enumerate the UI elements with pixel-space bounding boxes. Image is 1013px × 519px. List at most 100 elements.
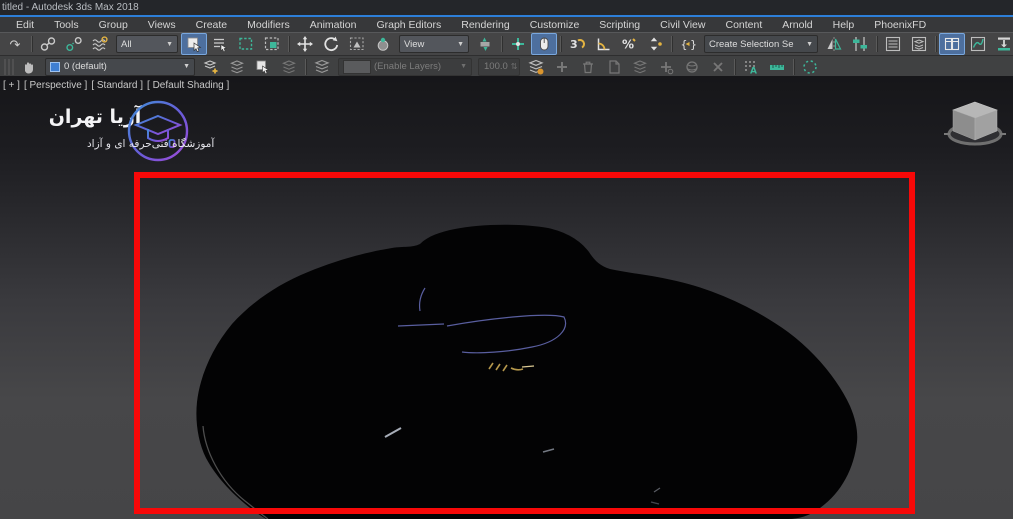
- create-new-layer-icon[interactable]: [198, 56, 224, 78]
- keyboard-shortcut-override-button[interactable]: [531, 33, 557, 55]
- chevron-down-icon: ▼: [183, 63, 190, 70]
- select-and-link-icon[interactable]: [35, 33, 61, 55]
- select-and-move-icon[interactable]: [292, 33, 318, 55]
- menu-help[interactable]: Help: [823, 19, 865, 31]
- watermark-subtitle: آموزشگاه فنی‌حرفه ای و آزاد: [87, 138, 215, 150]
- collapse-layer-icon[interactable]: [679, 56, 705, 78]
- add-selection-to-layer-icon[interactable]: [224, 56, 250, 78]
- menu-civil-view[interactable]: Civil View: [650, 19, 715, 31]
- delete-anim-layer-icon[interactable]: [575, 56, 601, 78]
- curve-editor-icon[interactable]: [965, 33, 991, 55]
- disable-anim-layer-icon[interactable]: [705, 56, 731, 78]
- autogrid-icon[interactable]: A: [738, 56, 764, 78]
- select-and-scale-icon[interactable]: [344, 33, 370, 55]
- angle-snap-toggle-icon[interactable]: [590, 33, 616, 55]
- toolbar-separator: [935, 36, 936, 52]
- svg-text:%: %: [622, 38, 634, 52]
- viewport-label: [ + ] [ Perspective ] [ Standard ] [ Def…: [3, 80, 229, 91]
- viewport-shading-menu[interactable]: [ Default Shading ]: [147, 80, 229, 91]
- layer-explorer-icon[interactable]: [906, 33, 932, 55]
- viewport-general-menu[interactable]: [ + ]: [3, 80, 20, 91]
- toggle-ribbon-button[interactable]: [939, 33, 965, 55]
- use-pivot-point-center-icon[interactable]: [472, 33, 498, 55]
- window-titlebar[interactable]: titled - Autodesk 3ds Max 2018: [0, 0, 1013, 15]
- anim-layer-weight-spinner[interactable]: 100.0 ⇅: [478, 57, 521, 76]
- track-view-icon[interactable]: [991, 33, 1013, 55]
- named-selection-set-dropdown[interactable]: Create Selection Se ▼: [704, 35, 818, 53]
- select-and-place-icon[interactable]: [370, 33, 396, 55]
- menu-create[interactable]: Create: [186, 19, 238, 31]
- redo-icon[interactable]: ↷: [2, 33, 28, 55]
- chevron-down-icon: ▼: [806, 40, 813, 48]
- select-by-name-icon[interactable]: [207, 33, 233, 55]
- anim-layer-indicator: [343, 59, 371, 74]
- current-layer-dropdown[interactable]: 0 (default) ▼: [45, 57, 195, 76]
- spinner-snap-toggle-icon[interactable]: [642, 33, 668, 55]
- menu-group[interactable]: Group: [89, 19, 138, 31]
- copy-layer-icon[interactable]: [601, 56, 627, 78]
- menu-edit[interactable]: Edit: [6, 19, 44, 31]
- viewport-renderer-menu[interactable]: [ Standard ]: [91, 80, 143, 91]
- menu-content[interactable]: Content: [715, 19, 772, 31]
- window-title: titled - Autodesk 3ds Max 2018: [2, 2, 139, 13]
- menu-rendering[interactable]: Rendering: [451, 19, 519, 31]
- menu-animation[interactable]: Animation: [300, 19, 367, 31]
- select-and-manipulate-icon[interactable]: [505, 33, 531, 55]
- layer-hand-icon[interactable]: [16, 56, 42, 78]
- chevron-down-icon: ▼: [166, 40, 173, 48]
- watermark-logo: آریا تهران آموزشگاه فنی‌حرفه ای و آزاد: [35, 98, 280, 168]
- menu-arnold[interactable]: Arnold: [772, 19, 822, 31]
- merge-anim-layer-icon[interactable]: [549, 56, 575, 78]
- menu-scripting[interactable]: Scripting: [589, 19, 650, 31]
- align-icon[interactable]: [847, 33, 873, 55]
- set-current-layer-icon[interactable]: [276, 56, 302, 78]
- bind-to-space-warp-icon[interactable]: [87, 33, 113, 55]
- select-and-rotate-icon[interactable]: [318, 33, 344, 55]
- menu-modifiers[interactable]: Modifiers: [237, 19, 300, 31]
- rectangular-selection-region-icon[interactable]: [233, 33, 259, 55]
- toolbar-grip-handle[interactable]: [4, 58, 14, 75]
- unlink-selection-icon[interactable]: [61, 33, 87, 55]
- menu-phoenixfd[interactable]: PhoenixFD: [864, 19, 936, 31]
- paste-new-layer-icon[interactable]: [653, 56, 679, 78]
- svg-text:3: 3: [570, 38, 578, 51]
- viewcube[interactable]: [942, 92, 1008, 150]
- chevron-down-icon: ▼: [457, 40, 464, 48]
- svg-text:A: A: [750, 66, 757, 76]
- measure-distance-icon[interactable]: [764, 56, 790, 78]
- menu-graph-editors[interactable]: Graph Editors: [366, 19, 451, 31]
- menu-tools[interactable]: Tools: [44, 19, 89, 31]
- animation-layers-dropdown[interactable]: (Enable Layers) ▼: [338, 57, 472, 76]
- menu-views[interactable]: Views: [138, 19, 186, 31]
- reference-coordinate-system-dropdown[interactable]: View ▼: [399, 35, 469, 53]
- svg-text:{: {: [681, 38, 688, 51]
- svg-text:}: }: [690, 38, 697, 51]
- selection-brackets-icon[interactable]: [797, 56, 823, 78]
- layers-toolbar: 0 (default) ▼ (Enable Layers) ▼ 100.0 ⇅: [0, 56, 1013, 78]
- add-anim-layer-icon[interactable]: [523, 56, 549, 78]
- animation-layers-icon[interactable]: [309, 56, 335, 78]
- toolbar-separator: [305, 58, 306, 75]
- toolbar-separator: [501, 36, 502, 52]
- viewport[interactable]: [ + ] [ Perspective ] [ Standard ] [ Def…: [0, 76, 1013, 519]
- paste-layer-icon[interactable]: [627, 56, 653, 78]
- selection-filter-dropdown[interactable]: All ▼: [116, 35, 178, 53]
- snaps-toggle-icon[interactable]: 3: [564, 33, 590, 55]
- toolbar-separator: [734, 58, 736, 75]
- chevron-down-icon: ▼: [460, 63, 467, 70]
- select-objects-in-layer-icon[interactable]: [250, 56, 276, 78]
- edit-named-selection-sets-icon[interactable]: {}: [675, 33, 701, 55]
- percent-snap-toggle-icon[interactable]: %: [616, 33, 642, 55]
- scene-explorer-icon[interactable]: [880, 33, 906, 55]
- viewport-pov-menu[interactable]: [ Perspective ]: [24, 80, 87, 91]
- spinner-arrows-icon[interactable]: ⇅: [511, 62, 518, 71]
- toolbar-separator: [31, 36, 32, 52]
- toolbar-separator: [671, 36, 672, 52]
- menu-bar: Edit Tools Group Views Create Modifiers …: [0, 17, 1013, 32]
- annotation-red-rectangle: [134, 172, 915, 514]
- mirror-icon[interactable]: [821, 33, 847, 55]
- menu-customize[interactable]: Customize: [520, 19, 590, 31]
- select-object-button[interactable]: [181, 33, 207, 55]
- window-crossing-icon[interactable]: [259, 33, 285, 55]
- toolbar-separator: [560, 36, 561, 52]
